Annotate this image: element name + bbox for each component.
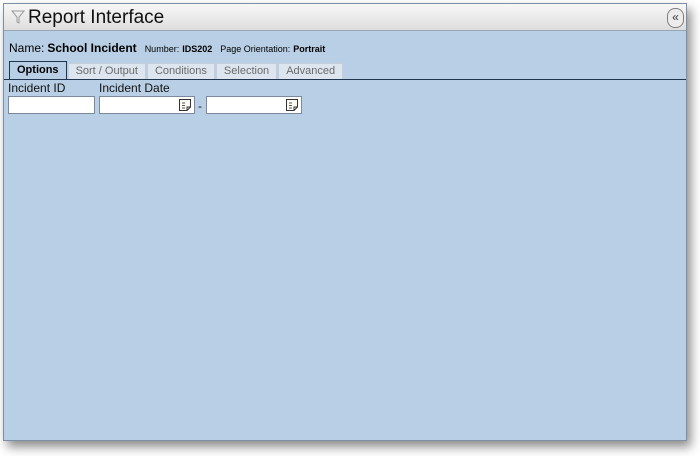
name-label: Name: bbox=[9, 41, 45, 55]
report-number: IDS202 bbox=[182, 44, 213, 54]
number-label: Number: bbox=[144, 44, 180, 54]
tab-bar: Options Sort / Output Conditions Selecti… bbox=[9, 61, 344, 79]
tab-selection[interactable]: Selection bbox=[215, 63, 278, 79]
collapse-button[interactable]: « bbox=[667, 8, 684, 28]
report-interface-window: Report Interface « Name: School Incident N… bbox=[3, 3, 687, 441]
report-info: Name: School Incident Number: IDS202 Page Or… bbox=[9, 39, 325, 57]
tab-options[interactable]: Options bbox=[9, 61, 67, 79]
date-range-separator: - bbox=[198, 99, 202, 113]
tab-divider bbox=[4, 79, 686, 80]
orientation-label: Page Orientation: bbox=[220, 44, 291, 54]
incident-date-label: Incident Date bbox=[99, 81, 170, 95]
tab-advanced[interactable]: Advanced bbox=[278, 63, 344, 79]
incident-id-label: Incident ID bbox=[8, 81, 66, 95]
report-name: School Incident bbox=[47, 41, 137, 55]
window-title: Report Interface bbox=[28, 7, 165, 28]
title-bar: Report Interface « bbox=[4, 4, 686, 31]
page-orientation: Portrait bbox=[293, 44, 326, 54]
tab-conditions[interactable]: Conditions bbox=[146, 63, 215, 79]
tab-sort-output[interactable]: Sort / Output bbox=[67, 63, 146, 79]
filter-icon bbox=[11, 10, 25, 24]
incident-id-input[interactable] bbox=[8, 96, 95, 114]
calendar-icon[interactable] bbox=[285, 98, 299, 112]
calendar-icon[interactable] bbox=[178, 98, 192, 112]
